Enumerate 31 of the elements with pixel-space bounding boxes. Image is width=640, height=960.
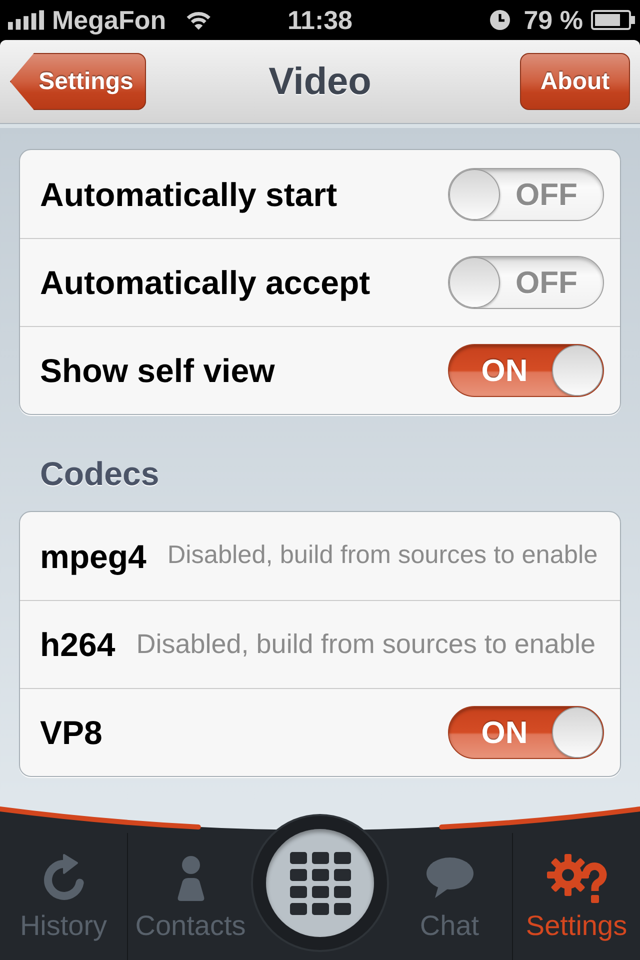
codec-name: VP8	[40, 716, 102, 749]
dialpad-icon	[290, 852, 350, 914]
nav-title: Video	[268, 62, 372, 100]
option-label: Show self view	[40, 354, 276, 387]
codec-note: Disabled, build from sources to enable	[167, 543, 598, 569]
section-header: Codecs	[40, 454, 160, 494]
toggle-switch[interactable]: ON	[448, 706, 604, 759]
battery-percentage: 79 %	[524, 7, 583, 33]
tab[interactable]: Chat	[387, 833, 512, 960]
clock-time: 11:38	[287, 7, 353, 33]
carrier-name: MegaFon	[52, 7, 166, 33]
option-label: Automatically start	[40, 178, 338, 210]
codec-name: mpeg4	[40, 540, 146, 572]
clock-icon	[490, 10, 510, 30]
toggle-switch[interactable]: OFF	[448, 256, 604, 309]
option-label: Automatically accept	[40, 266, 372, 299]
tab[interactable]: Contacts	[128, 833, 253, 960]
back-button[interactable]: Settings	[10, 53, 146, 110]
speech-bubble-icon	[426, 857, 474, 899]
tab[interactable]: Settings	[512, 833, 640, 960]
person-icon	[176, 856, 204, 900]
tab[interactable]: History	[0, 833, 128, 960]
about-button[interactable]: About	[520, 53, 630, 110]
toggle-switch[interactable]: OFF	[448, 168, 604, 220]
toggle-switch[interactable]: ON	[448, 344, 604, 397]
signal-bars-icon	[8, 10, 44, 30]
codec-note: Disabled, build from sources to enable	[136, 631, 596, 658]
battery-icon	[590, 10, 635, 30]
wifi-icon	[184, 9, 214, 31]
gear-question-icon	[546, 853, 606, 903]
codec-name: h264	[40, 628, 116, 661]
